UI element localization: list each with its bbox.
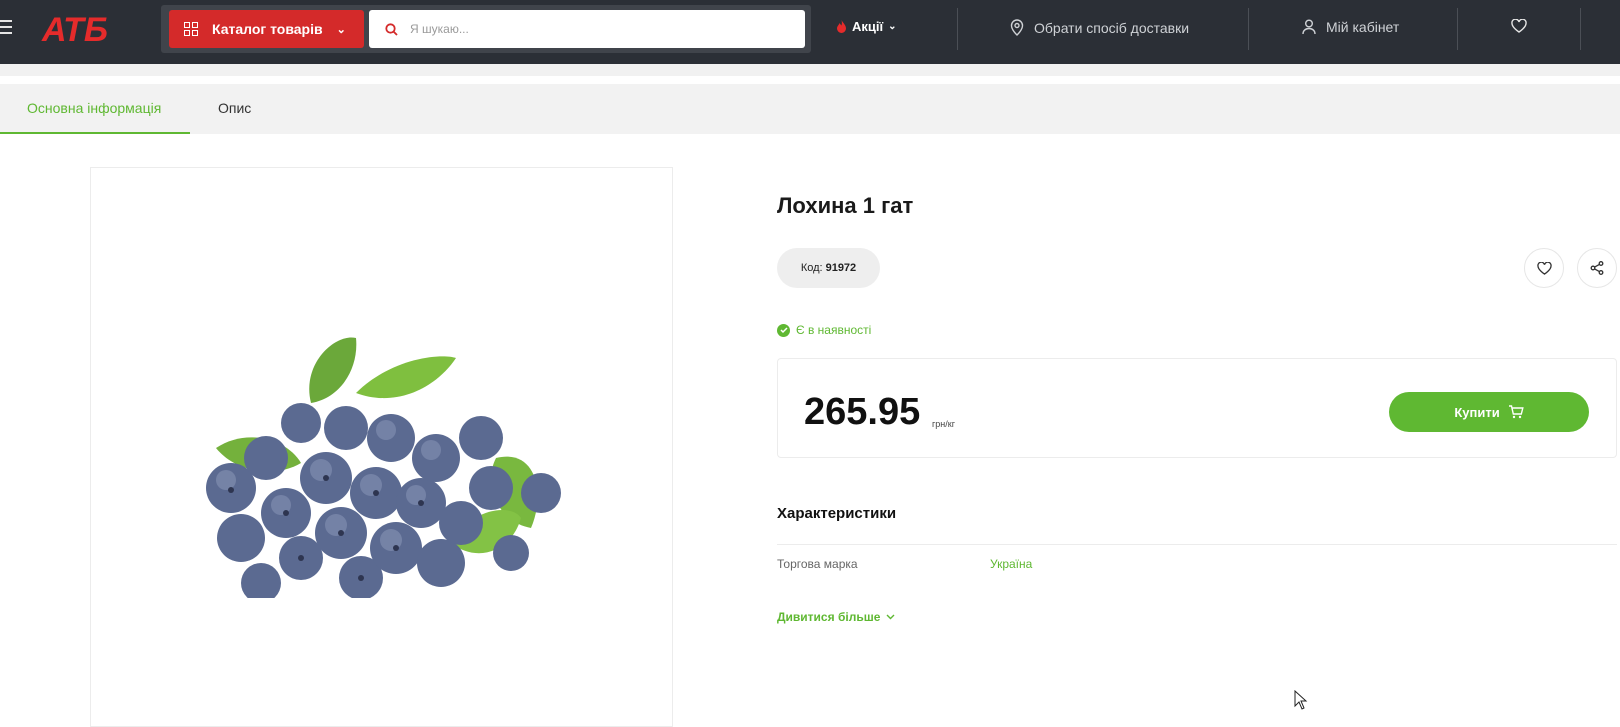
location-pin-icon	[1010, 19, 1024, 36]
code-value: 91972	[825, 262, 857, 274]
cart-icon	[1508, 405, 1524, 419]
catalog-label: Каталог товарів	[212, 21, 323, 37]
divider	[1580, 8, 1581, 50]
site-header: АТБ Каталог товарів ⌄ Акції ⌄ Обрати спо…	[0, 0, 1620, 64]
heart-icon	[1511, 19, 1527, 33]
divider	[777, 544, 1617, 545]
buy-button[interactable]: Купити	[1389, 392, 1589, 432]
catalog-button[interactable]: Каталог товарів ⌄	[169, 10, 364, 48]
price-box: 265.95 грн/кг Купити	[777, 358, 1617, 458]
price-unit: грн/кг	[932, 419, 955, 429]
delivery-label: Обрати спосіб доставки	[1034, 19, 1190, 36]
divider	[957, 8, 958, 50]
add-to-favorites-button[interactable]	[1524, 248, 1564, 288]
divider	[1457, 8, 1458, 50]
grid-icon	[184, 22, 198, 36]
svg-text:АТБ: АТБ	[41, 11, 108, 46]
product-image[interactable]	[191, 328, 571, 598]
show-more-link[interactable]: Дивитися більше	[777, 610, 895, 624]
heart-icon	[1536, 261, 1552, 275]
characteristics-title: Характеристики	[777, 505, 897, 522]
active-tab-indicator	[0, 132, 190, 134]
chevron-down-icon: ⌄	[888, 21, 897, 32]
tab-description[interactable]: Опис	[218, 100, 251, 116]
share-button[interactable]	[1577, 248, 1617, 288]
stock-status: Є в наявності	[777, 323, 871, 337]
tab-main-info[interactable]: Основна інформація	[27, 100, 161, 116]
product-image-card	[90, 167, 673, 727]
stock-label: Є в наявності	[796, 323, 872, 337]
favorites-link[interactable]	[1511, 19, 1527, 33]
code-label: Код:	[800, 262, 823, 274]
chevron-down-icon: ⌄	[336, 23, 346, 36]
check-circle-icon	[777, 323, 790, 337]
share-icon	[1590, 261, 1604, 275]
menu-icon[interactable]	[0, 20, 14, 36]
breadcrumb-strip	[0, 64, 1620, 76]
characteristic-name: Торгова марка	[777, 557, 858, 571]
search-icon	[385, 22, 398, 36]
characteristic-value-link[interactable]: Україна	[990, 557, 1032, 571]
promo-link[interactable]: Акції ⌄	[836, 19, 897, 34]
product-title: Лохина 1 гат	[777, 193, 914, 218]
divider	[1248, 8, 1249, 50]
price-value: 265.95	[804, 391, 921, 433]
chevron-down-icon	[886, 614, 895, 620]
account-link[interactable]: Мій кабінет	[1302, 19, 1399, 35]
fire-icon	[837, 19, 846, 33]
delivery-link[interactable]: Обрати спосіб доставки	[1010, 19, 1189, 36]
show-more-label: Дивитися більше	[777, 610, 881, 624]
search-input[interactable]	[410, 22, 770, 36]
account-label: Мій кабінет	[1326, 19, 1400, 35]
user-icon	[1302, 19, 1316, 35]
search-box[interactable]	[369, 10, 805, 48]
product-tabs: Основна інформація Опис	[0, 84, 1620, 134]
buy-label: Купити	[1454, 404, 1500, 420]
promo-label: Акції	[852, 19, 884, 34]
atb-logo[interactable]: АТБ	[40, 10, 136, 46]
product-code-badge: Код: 91972	[777, 248, 880, 288]
mouse-cursor-icon	[1294, 690, 1308, 710]
